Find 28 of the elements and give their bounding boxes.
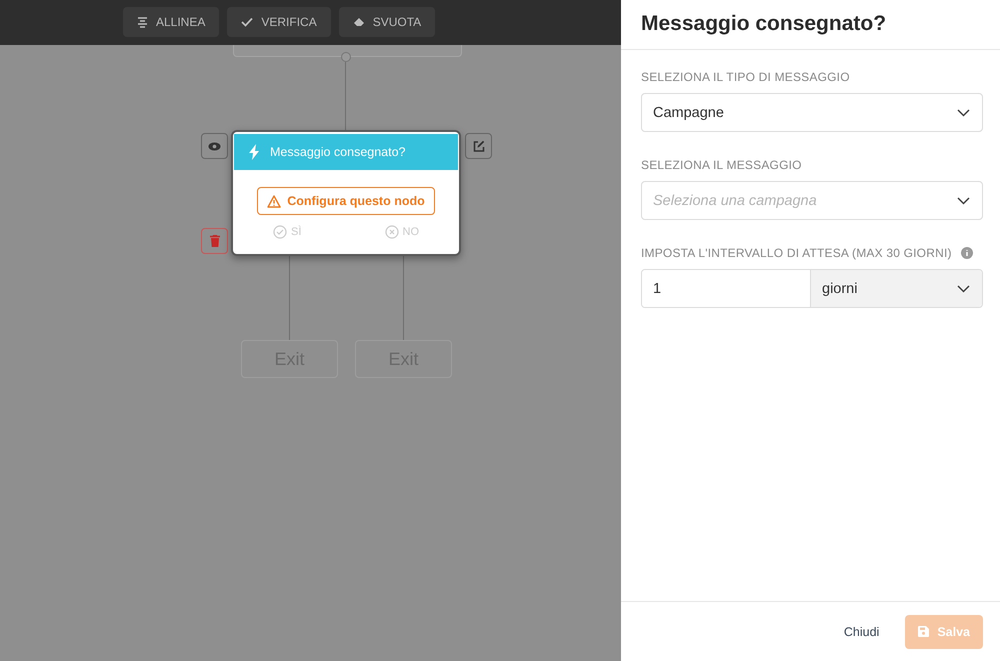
- toolbar-button[interactable]: VERIFICA: [227, 7, 331, 37]
- edit-button[interactable]: [465, 133, 492, 159]
- chevron-down-icon: [957, 284, 970, 292]
- edit-icon: [472, 140, 484, 152]
- warning-icon: [267, 194, 282, 208]
- chevron-down-icon: [957, 108, 970, 116]
- node-title: Messaggio consegnato?: [270, 145, 406, 159]
- field-label: SELEZIONA IL TIPO DI MESSAGGIO: [641, 70, 850, 84]
- toolbar-button[interactable]: ALLINEA: [123, 7, 220, 37]
- view-button[interactable]: [201, 133, 228, 159]
- field-label: SELEZIONA IL MESSAGGIO: [641, 158, 802, 172]
- x-circle-icon: [384, 225, 398, 239]
- panel-title: Messaggio consegnato?: [621, 0, 1000, 50]
- check-icon: [241, 17, 254, 27]
- field-label: IMPOSTA L'INTERVALLO DI ATTESA (MAX 30 GIORNI): [641, 246, 952, 260]
- select-field[interactable]: Campagne: [641, 93, 983, 132]
- lightning-icon: [248, 144, 260, 160]
- eraser-icon: [352, 17, 365, 27]
- trash-icon: [210, 235, 220, 247]
- unit-select[interactable]: giorni: [811, 270, 982, 307]
- info-icon: [960, 247, 973, 259]
- chevron-down-icon: [957, 196, 970, 204]
- close-button[interactable]: Chiudi: [838, 624, 886, 640]
- check-circle-icon: [273, 225, 287, 239]
- interval-field[interactable]: 1 giorni: [641, 269, 983, 308]
- toolbar-button[interactable]: SVUOTA: [338, 7, 436, 37]
- eye-icon: [208, 142, 221, 150]
- align-icon: [137, 16, 148, 28]
